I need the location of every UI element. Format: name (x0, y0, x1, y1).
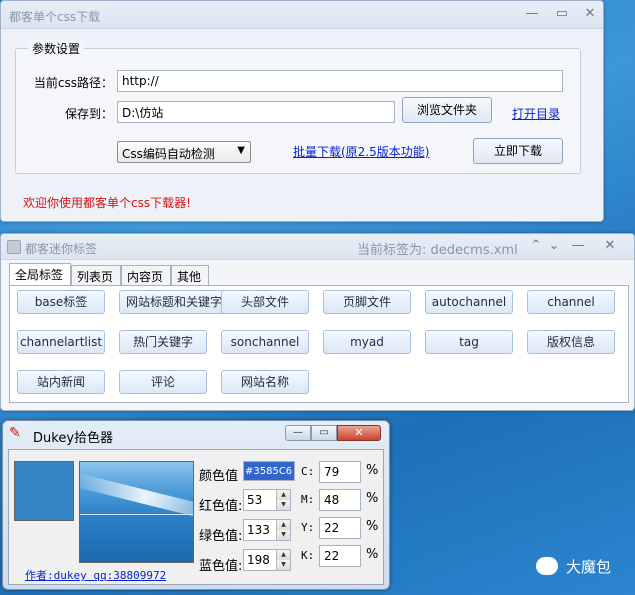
status-message: 欢迎你使用都客单个css下载器! (23, 196, 191, 210)
css-downloader-titlebar[interactable]: 都客单个css下载 — ▭ ✕ (1, 1, 603, 29)
color-swatch (14, 461, 74, 521)
red-value: 53 (247, 493, 263, 507)
tab-content-page[interactable]: 内容页 (121, 265, 171, 285)
tag-myad[interactable]: myad (323, 330, 411, 354)
m-label: M: (301, 493, 315, 506)
maximize-icon[interactable]: ▭ (311, 425, 337, 441)
spin-up-icon[interactable]: ▲ (276, 520, 290, 530)
close-icon[interactable]: ✕ (599, 237, 621, 255)
m-value-input[interactable] (319, 489, 361, 511)
tag-autochannel[interactable]: autochannel (425, 290, 513, 314)
encoding-select[interactable]: Css编码自动检测 ▼ (117, 141, 251, 163)
tag-hot-keywords[interactable]: 热门关键字 (119, 330, 207, 354)
tag-footer[interactable]: 页脚文件 (323, 290, 411, 314)
wechat-icon (536, 557, 558, 575)
c-percent: % (366, 463, 379, 478)
c-label: C: (301, 465, 315, 478)
k-percent: % (366, 547, 379, 562)
close-icon[interactable]: ✕ (579, 5, 601, 23)
save-to-label: 保存到： (64, 107, 113, 121)
tag-tag[interactable]: tag (425, 330, 513, 354)
css-path-input[interactable] (117, 70, 563, 92)
save-to-input[interactable] (117, 101, 395, 123)
red-value-spinner[interactable]: 53 ▲ ▼ (243, 489, 291, 511)
tab-global[interactable]: 全局标签 (9, 263, 71, 285)
open-directory-link[interactable]: 打开目录 (512, 105, 560, 122)
mini-tags-window: 都客迷你标签 当前标签为: dedecms.xml ⌃ ⌄ — ✕ 全局标签 列… (0, 233, 635, 411)
color-value-label: 颜色值 (199, 469, 239, 484)
app-icon (7, 240, 21, 254)
tag-header[interactable]: 头部文件 (221, 290, 309, 314)
tag-site-title-keywords[interactable]: 网站标题和关键字 (119, 290, 229, 314)
m-percent: % (366, 491, 379, 506)
y-percent: % (366, 519, 379, 534)
css-downloader-window: 都客单个css下载 — ▭ ✕ 参数设置 当前css路径： 保存到： 浏览文件夹… (0, 0, 604, 222)
tag-sonchannel[interactable]: sonchannel (221, 330, 309, 354)
spin-up-icon[interactable]: ▲ (276, 550, 290, 560)
css-path-label: 当前css路径： (33, 76, 113, 90)
color-picker-window: ✎ Dukey拾色器 — ▭ ✕ 颜色值 红色值: 53 ▲ ▼ 绿色值: 13… (2, 420, 390, 590)
green-value-spinner[interactable]: 133 ▲ ▼ (243, 519, 291, 541)
blue-value-label: 蓝色值: (199, 559, 243, 574)
tag-copyright[interactable]: 版权信息 (527, 330, 615, 354)
spin-up-icon[interactable]: ▲ (276, 490, 290, 500)
tab-other[interactable]: 其他 (171, 265, 209, 285)
spin-down-icon[interactable]: ▼ (276, 530, 290, 540)
batch-download-link[interactable]: 批量下载(原2.5版本功能) (293, 143, 429, 160)
mini-tags-titlebar[interactable]: 都客迷你标签 当前标签为: dedecms.xml ⌃ ⌄ — ✕ (1, 234, 634, 260)
author-link[interactable]: 作者:dukey qq:38809972 (25, 567, 166, 583)
watermark-text: 大魔包 (566, 558, 612, 576)
settings-group-title: 参数设置 (28, 40, 85, 57)
minimize-icon[interactable]: — (285, 425, 311, 441)
encoding-select-value: Css编码自动检测 (122, 147, 215, 161)
close-icon[interactable]: ✕ (337, 425, 381, 441)
tag-base[interactable]: base标签 (17, 290, 105, 314)
magnifier-preview[interactable] (79, 461, 194, 563)
download-now-button[interactable]: 立即下载 (473, 138, 563, 164)
color-picker-titlebar[interactable]: ✎ Dukey拾色器 — ▭ ✕ (3, 421, 389, 447)
tag-site-name[interactable]: 网站名称 (221, 370, 309, 394)
c-value-input[interactable] (319, 461, 361, 483)
tab-list-page[interactable]: 列表页 (71, 265, 121, 285)
tab-strip: 全局标签 列表页 内容页 其他 (9, 263, 629, 287)
tag-comments[interactable]: 评论 (119, 370, 207, 394)
green-value-label: 绿色值: (199, 529, 243, 544)
current-tag-label: 当前标签为: dedecms.xml (357, 243, 518, 258)
spin-down-icon[interactable]: ▼ (276, 560, 290, 570)
red-value-label: 红色值: (199, 499, 243, 514)
tag-channel[interactable]: channel (527, 290, 615, 314)
k-label: K: (301, 549, 315, 562)
spin-down-icon[interactable]: ▼ (276, 500, 290, 510)
expand-icon[interactable]: ⌄ (543, 237, 565, 255)
browse-folder-button[interactable]: 浏览文件夹 (402, 97, 492, 123)
pin-icon: ✎ (9, 425, 21, 441)
minimize-icon[interactable]: — (521, 5, 543, 23)
tag-channelartlist[interactable]: channelartlist (17, 330, 105, 354)
tag-site-news[interactable]: 站内新闻 (17, 370, 105, 394)
minimize-icon[interactable]: — (567, 237, 589, 255)
k-value-input[interactable] (319, 545, 361, 567)
y-label: Y: (301, 521, 315, 534)
y-value-input[interactable] (319, 517, 361, 539)
window-title: Dukey拾色器 (33, 431, 114, 446)
blue-value: 198 (247, 553, 270, 567)
blue-value-spinner[interactable]: 198 ▲ ▼ (243, 549, 291, 571)
green-value: 133 (247, 523, 270, 537)
maximize-icon[interactable]: ▭ (551, 5, 573, 23)
window-title: 都客单个css下载 (9, 10, 101, 24)
color-value-input[interactable] (243, 461, 295, 481)
window-title: 都客迷你标签 (25, 242, 98, 256)
dropdown-arrow-icon: ▼ (237, 145, 245, 156)
